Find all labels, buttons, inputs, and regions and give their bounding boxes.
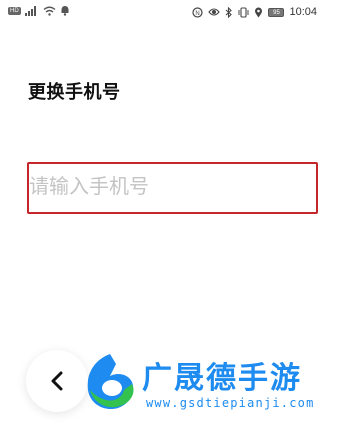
status-time: 10:04 [289, 6, 317, 18]
vibrate-icon [238, 6, 249, 18]
watermark-title: 广晟德手游 [142, 361, 302, 396]
signal-icon [24, 5, 36, 16]
svg-text:N: N [196, 10, 200, 16]
watermark-url: www.gsdtiepianji.com [146, 396, 315, 410]
status-left: HD [8, 5, 70, 16]
battery-icon: 95 [268, 7, 285, 17]
chevron-left-icon [51, 371, 63, 391]
nfc-icon: N [192, 6, 204, 18]
wifi-icon [43, 6, 56, 16]
notification-icon [61, 6, 69, 16]
watermark-logo [87, 354, 134, 410]
back-button[interactable] [26, 350, 88, 412]
status-right: N 95 10:04 [192, 5, 317, 19]
phone-input-container [27, 162, 318, 214]
location-icon [255, 7, 263, 17]
hd-badge: HD [8, 6, 21, 15]
eye-icon [208, 8, 221, 16]
page-title: 更换手机号 [28, 82, 121, 103]
status-bar: HD N 95 10:04 [0, 0, 339, 24]
phone-number-input[interactable] [29, 164, 316, 212]
bluetooth-icon [226, 6, 233, 18]
